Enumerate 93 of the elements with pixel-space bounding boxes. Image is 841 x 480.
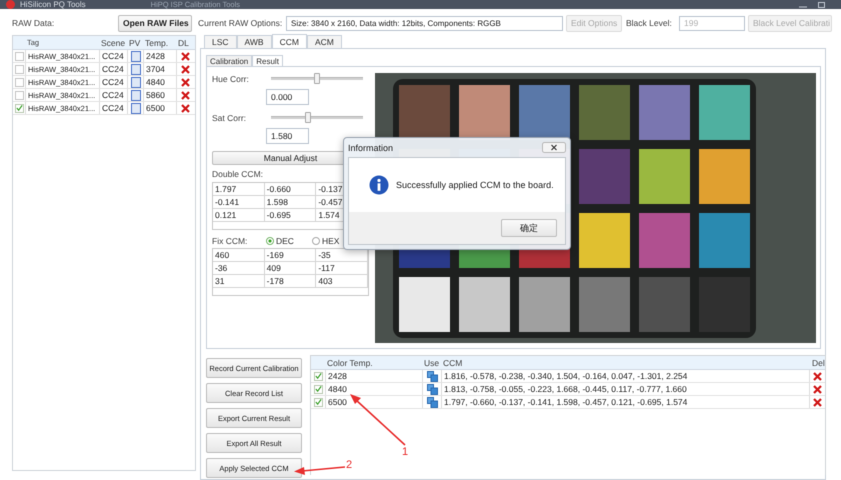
column-header: Del	[811, 358, 825, 368]
annotation-number: 2	[346, 459, 352, 471]
column-header: Temp.	[144, 38, 170, 48]
value-field[interactable]: 0.000	[266, 89, 309, 105]
delete-icon[interactable]	[180, 78, 190, 86]
radio-option[interactable]: HEX	[312, 236, 358, 246]
column-header: DL	[177, 38, 190, 48]
dialog-message: Successfully applied CCM to the board.	[396, 180, 554, 190]
ok-button[interactable]: 确定	[501, 219, 557, 237]
table-cell: 2428	[143, 50, 176, 62]
table-cell: 1.598	[264, 196, 316, 208]
delete-icon[interactable]	[812, 398, 822, 406]
table-cell: CC24	[99, 50, 127, 62]
table-cell: CC24	[99, 89, 127, 101]
table-cell: 5860	[143, 89, 176, 101]
table-cell: CC24	[99, 63, 127, 75]
delete-icon[interactable]	[180, 90, 190, 100]
column-header: Scene	[100, 38, 126, 48]
section-label: Double CCM:	[212, 169, 264, 179]
tab[interactable]: Calibration	[206, 55, 252, 66]
logo-icon	[6, 0, 15, 9]
radio-option[interactable]: DEC	[266, 236, 312, 246]
column-header: Use	[423, 358, 440, 368]
stacked-squares-icon[interactable]	[426, 396, 438, 408]
delete-icon[interactable]	[180, 64, 190, 74]
table-cell: 1.813, -0.758, -0.055, -0.223, 1.668, -0.445, 0.117, -0.777, 1.660	[441, 383, 809, 395]
delete-icon[interactable]	[180, 104, 190, 112]
dialog-title: Information	[348, 142, 394, 152]
column-header: CCM	[442, 358, 464, 368]
maximize-icon[interactable]	[818, 2, 825, 8]
slider-label: Sat Corr:	[212, 112, 248, 122]
column-header: Color Temp.	[326, 358, 374, 368]
table-cell: 0.121	[213, 209, 265, 221]
table-cell: -0.695	[264, 209, 316, 221]
close-icon[interactable]	[542, 142, 566, 153]
tab[interactable]: LSC	[204, 35, 237, 48]
annotation-arrow	[294, 466, 346, 475]
preview-swatch-icon[interactable]	[130, 64, 140, 74]
preview-swatch-icon[interactable]	[130, 102, 140, 114]
table-cell: 4840	[143, 76, 176, 88]
table-cell: -169	[264, 249, 316, 261]
delete-icon[interactable]	[812, 372, 822, 380]
checkbox[interactable]	[14, 104, 24, 112]
checkbox[interactable]	[14, 90, 24, 100]
table-cell: CC24	[99, 102, 127, 114]
raw-data-label: RAW Data:	[12, 18, 56, 28]
tab[interactable]: CCM	[272, 34, 307, 48]
checkbox[interactable]	[14, 64, 24, 74]
checkbox[interactable]	[314, 384, 322, 394]
checkbox[interactable]	[314, 372, 322, 380]
options-label: Current RAW Options:	[198, 18, 284, 28]
info-icon	[369, 175, 389, 195]
delete-icon[interactable]	[180, 52, 190, 60]
options-field[interactable]: Size: 3840 x 2160, Data width: 12bits, Components: RGGB	[286, 16, 563, 30]
tab[interactable]: ACM	[306, 35, 342, 48]
table-cell: CC24	[99, 76, 127, 88]
table-cell: 1.797, -0.660, -0.137, -0.141, 1.598, -0.457, 0.121, -0.695, 1.574	[441, 396, 809, 408]
checkbox[interactable]	[14, 52, 24, 60]
open-files-button[interactable]: Open RAW Files	[118, 14, 192, 32]
level-label: Black Level:	[626, 18, 673, 28]
preview-swatch-icon[interactable]	[130, 76, 140, 88]
value-field[interactable]: 1.580	[266, 128, 309, 144]
table-cell: -0.141	[213, 196, 265, 208]
table-cell: 403	[316, 275, 368, 287]
table-cell: -36	[213, 262, 265, 274]
preview-swatch-icon[interactable]	[130, 90, 140, 100]
table-cell: -117	[316, 262, 368, 274]
tab[interactable]: Result	[252, 55, 283, 66]
checkbox[interactable]	[314, 398, 322, 406]
window-title: HiSilicon PQ Tools	[20, 0, 86, 9]
checkbox[interactable]	[14, 78, 24, 86]
slider-thumb[interactable]	[314, 73, 320, 84]
table-cell: 460	[213, 249, 265, 261]
column-header: PV	[128, 38, 142, 48]
table-cell: 1.816, -0.578, -0.238, -0.340, 1.504, -0.164, 0.047, -1.301, 2.254	[441, 370, 809, 382]
preview-swatch-icon[interactable]	[130, 50, 140, 62]
stacked-squares-icon[interactable]	[426, 384, 438, 394]
slider-thumb[interactable]	[304, 112, 311, 123]
tab[interactable]: AWB	[236, 35, 272, 48]
stacked-squares-icon[interactable]	[426, 370, 438, 382]
table-cell: 409	[264, 262, 316, 274]
table-cell: -0.660	[264, 183, 316, 195]
table-cell: -178	[264, 275, 316, 287]
delete-icon[interactable]	[812, 384, 822, 394]
section-label: Fix CCM:	[212, 236, 248, 246]
table-cell: 3704	[143, 63, 176, 75]
slider-label: Hue Corr:	[212, 74, 250, 84]
table-cell: 1.797	[213, 183, 265, 195]
table-cell: 31	[213, 275, 265, 287]
annotation-number: 1	[402, 446, 408, 458]
table-cell: 6500	[143, 102, 176, 114]
annotation-arrow	[350, 394, 406, 446]
table-cell: 2428	[325, 370, 422, 382]
